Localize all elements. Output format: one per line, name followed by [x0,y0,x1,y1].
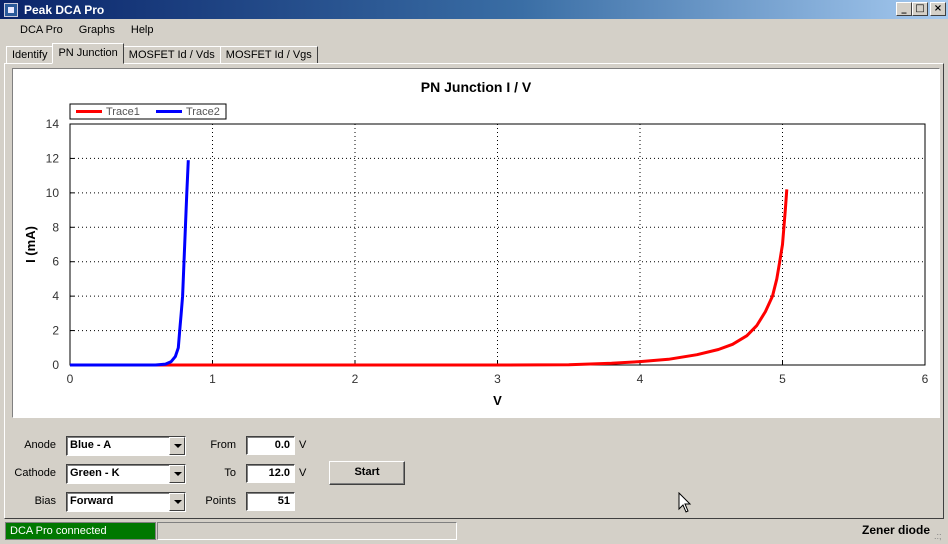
x-tick-label: 0 [67,372,74,386]
close-button[interactable]: × [930,2,946,16]
menu-graphs[interactable]: Graphs [71,24,123,36]
to-input[interactable]: 12.0 [246,464,295,483]
anode-select[interactable]: Blue - A [66,436,186,456]
app-icon [4,2,18,17]
cathode-label: Cathode [14,467,56,479]
bias-select[interactable]: Forward [66,492,186,512]
bias-value: Forward [70,495,114,507]
x-tick-label: 1 [209,372,216,386]
legend-label: Trace2 [186,106,220,118]
chart-frame: PN Junction I / V 0 1 2 3 4 5 6 0 2 4 6 8 10 12 14 V I (m… [12,68,940,418]
chart-title: PN Junction I / V [421,79,532,95]
y-tick-label: 0 [52,358,59,372]
minimize-button[interactable]: _ [896,2,912,16]
status-bar: DCA Pro connected Zener diode .:; [0,520,948,544]
x-axis-label: V [493,393,502,408]
y-tick-label: 6 [52,255,59,269]
y-tick-label: 10 [46,186,60,200]
chevron-down-icon[interactable] [169,465,185,483]
y-tick-label: 2 [52,324,59,338]
tab-mosfet-id-vgs[interactable]: MOSFET Id / Vgs [219,46,318,64]
mouse-cursor-icon [678,492,692,513]
menu-help[interactable]: Help [123,24,162,36]
to-label: To [224,467,236,479]
status-progress [157,522,457,540]
from-unit: V [299,439,307,451]
y-tick-label: 8 [52,220,59,234]
title-bar: Peak DCA Pro _ □ × [0,0,948,19]
x-tick-label: 2 [352,372,359,386]
series-line-trace1 [70,189,789,367]
menu-bar: DCA Pro Graphs Help [0,20,948,40]
from-input[interactable]: 0.0 [246,436,295,455]
anode-label: Anode [24,439,56,451]
y-tick-label: 14 [46,117,60,131]
from-label: From [210,439,236,451]
x-tick-label: 4 [637,372,644,386]
connection-status: DCA Pro connected [5,522,156,540]
chevron-down-icon[interactable] [169,437,185,455]
series-line-trace2 [70,160,190,367]
chevron-down-icon[interactable] [169,493,185,511]
y-axis-label: I (mA) [23,226,38,263]
cathode-value: Green - K [70,467,120,479]
maximize-button[interactable]: □ [912,2,928,16]
resize-grip-icon[interactable]: .:; [934,530,946,542]
x-tick-label: 5 [779,372,786,386]
x-tick-label: 6 [922,372,929,386]
bias-label: Bias [34,495,56,507]
tab-identify[interactable]: Identify [6,46,54,64]
to-unit: V [299,467,307,479]
component-type: Zener diode [861,523,930,537]
tab-mosfet-id-vds[interactable]: MOSFET Id / Vds [122,46,221,64]
menu-dca-pro[interactable]: DCA Pro [12,24,71,36]
tab-pn-junction[interactable]: PN Junction [52,43,124,64]
start-button[interactable]: Start [329,461,405,485]
tab-strip: Identify PN Junction MOSFET Id / Vds MOS… [6,43,318,64]
window-title: Peak DCA Pro [24,2,105,17]
anode-value: Blue - A [70,439,112,451]
cathode-select[interactable]: Green - K [66,464,186,484]
legend-label: Trace1 [106,106,140,118]
x-tick-label: 3 [494,372,501,386]
y-tick-label: 4 [52,289,59,303]
y-tick-label: 12 [46,151,60,165]
points-input[interactable]: 51 [246,492,295,511]
points-label: Points [205,495,236,507]
iv-chart: PN Junction I / V0 1 2 3 4 5 602468101214VI (m… [23,79,929,408]
